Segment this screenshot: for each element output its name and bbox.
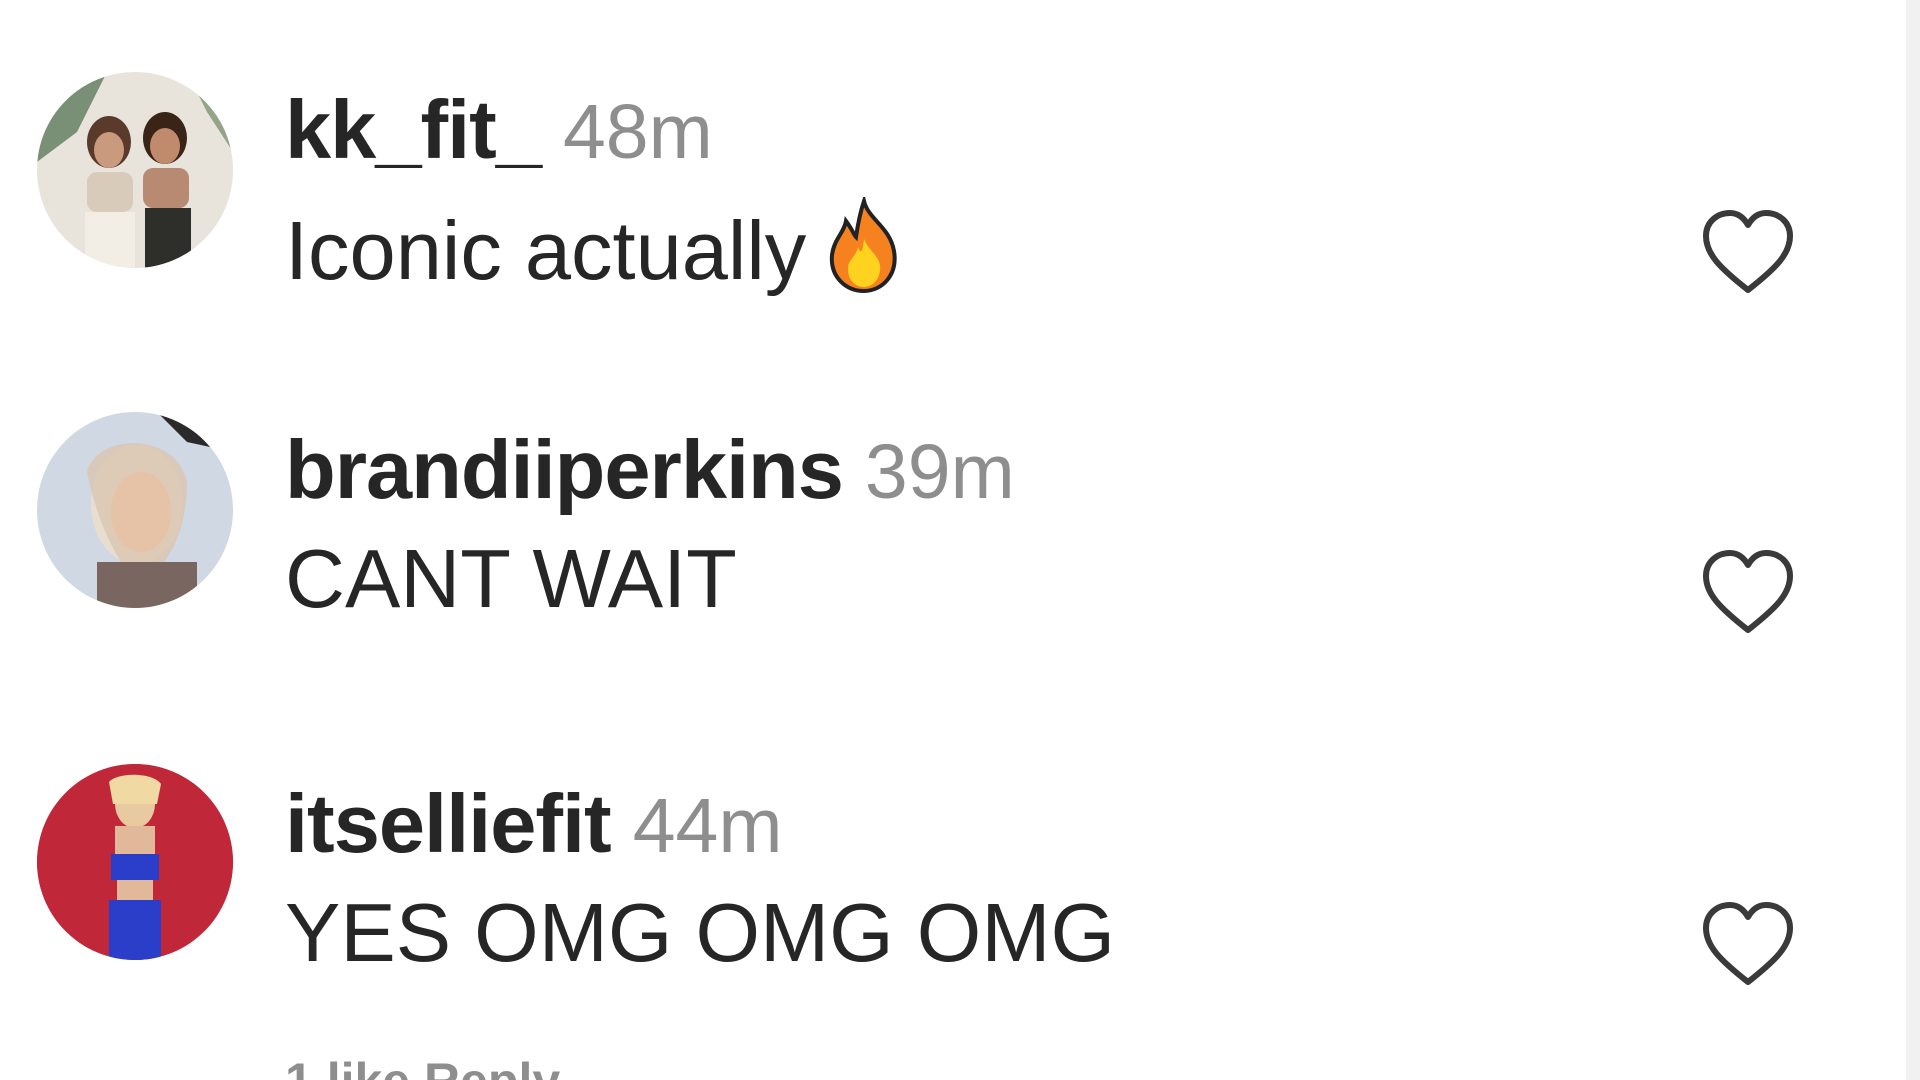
comment-meta: kk_fit_ 48m	[285, 88, 904, 171]
timestamp[interactable]: 39m	[865, 429, 1015, 515]
avatar[interactable]	[37, 72, 233, 268]
comment-text: Iconic actually	[285, 193, 904, 306]
avatar-image	[37, 72, 233, 268]
comment-text: YES OMG OMG OMG	[285, 886, 1116, 979]
comment-actions-text: 1 like Reply	[285, 1058, 560, 1080]
username-link[interactable]: brandiiperkins	[285, 423, 844, 516]
like-button[interactable]	[1700, 900, 1796, 988]
heart-icon	[1703, 550, 1793, 633]
avatar[interactable]	[37, 412, 233, 608]
timestamp[interactable]: 48m	[563, 89, 713, 175]
comments-panel: kk_fit_ 48m Iconic actually brandiiperki…	[0, 0, 1920, 1080]
heart-icon	[1703, 902, 1793, 985]
avatar-image	[37, 764, 233, 960]
comment-meta: brandiiperkins 39m	[285, 428, 1015, 511]
fire-emoji	[824, 193, 904, 306]
heart-icon	[1703, 210, 1793, 293]
comment-text-content: Iconic actually	[285, 204, 807, 297]
comment-body: kk_fit_ 48m Iconic actually	[285, 88, 904, 306]
scrollbar[interactable]	[1906, 0, 1920, 1080]
comment-actions[interactable]: 1 like Reply	[285, 1058, 885, 1080]
comment-item: kk_fit_ 48m Iconic actually	[0, 60, 1920, 360]
timestamp[interactable]: 44m	[633, 783, 783, 869]
comment-text: CANT WAIT	[285, 532, 737, 625]
comment-body: brandiiperkins 39m CANT WAIT	[285, 428, 1015, 620]
username-link[interactable]: kk_fit_	[285, 83, 542, 176]
username-link[interactable]: itselliefit	[285, 777, 612, 870]
comment-item: brandiiperkins 39m CANT WAIT	[0, 400, 1920, 700]
comment-body: itselliefit 44m YES OMG OMG OMG	[285, 782, 1115, 974]
avatar[interactable]	[37, 764, 233, 960]
avatar-image	[37, 412, 233, 608]
comment-item: itselliefit 44m YES OMG OMG OMG	[0, 752, 1920, 1052]
comment-meta: itselliefit 44m	[285, 782, 1115, 865]
like-button[interactable]	[1700, 208, 1796, 296]
like-button[interactable]	[1700, 548, 1796, 636]
